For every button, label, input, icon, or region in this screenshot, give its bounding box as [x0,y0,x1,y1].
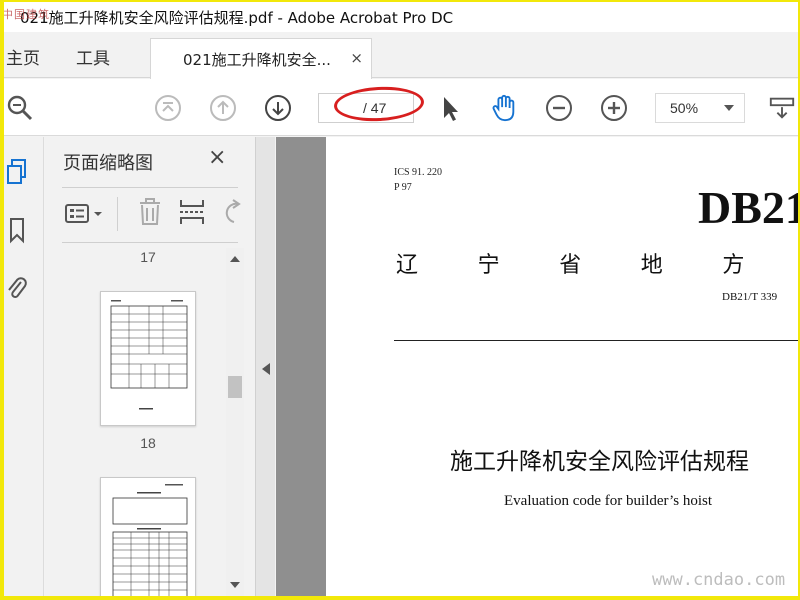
panel-splitter[interactable] [255,137,275,596]
rotate-icon[interactable] [220,198,242,230]
hand-tool-icon[interactable] [490,94,518,122]
attachment-icon[interactable] [4,273,30,303]
scroll-up-icon[interactable] [230,256,240,262]
search-icon[interactable] [6,94,34,122]
thumbnail-options-icon [65,204,102,223]
close-panel-button[interactable]: × [208,145,226,170]
document-title-en: Evaluation code for builder’s hoist [504,493,713,509]
page-thumbnail-17[interactable] [100,291,196,426]
thumbnail-scrollbar[interactable] [226,248,244,596]
extract-icon[interactable] [178,197,206,231]
standard-db-mark: DB21 [698,182,798,233]
province-heading: 辽 宁 省 地 方 标 [396,247,798,279]
close-tab-button[interactable]: × [350,49,363,67]
scroll-down-icon[interactable] [230,582,240,588]
thumbnail-panel: 页面缩略图 × 17 18 [45,137,255,596]
document-title-cn: 施工升降机安全风险评估规程 [450,449,749,475]
document-viewport[interactable]: ICS 91. 220 P 97 DB21 辽 宁 省 地 方 标 DB21/T… [276,137,798,596]
panel-divider [62,187,238,188]
trash-icon[interactable] [137,197,163,231]
main-toolbar: / 47 50% [4,79,798,136]
document-page: ICS 91. 220 P 97 DB21 辽 宁 省 地 方 标 DB21/T… [326,137,798,596]
province-char: 地 [640,253,663,278]
chevron-down-icon [724,105,734,111]
province-char: 方 [722,253,745,278]
tab-bar: 主页 工具 021施工升降机安全... × [4,32,798,79]
zoom-out-icon[interactable] [545,94,573,122]
title-bar: 中国建筑 021施工升降机安全风险评估规程.pdf - Adobe Acroba… [4,2,798,32]
scrollbar-thumb[interactable] [228,376,242,398]
page-number-label: 18 [140,435,156,451]
left-navigation-rail [4,137,44,596]
province-char: 省 [559,253,582,278]
horizontal-rule [394,340,798,341]
prev-page-icon[interactable] [209,94,237,122]
page-layout-icon[interactable] [768,94,796,122]
document-tab-label: 021施工升降机安全... [183,50,331,69]
page-number-label: 17 [140,249,156,265]
zoom-dropdown[interactable]: 50% [655,93,745,123]
acrobat-window: 中国建筑 021施工升降机安全风险评估规程.pdf - Adobe Acroba… [4,2,798,596]
province-char: 辽 [396,253,419,278]
zoom-in-icon[interactable] [600,94,628,122]
ics-code: ICS 91. 220 [394,167,443,178]
ics-block: ICS 91. 220 P 97 [394,165,442,195]
collapse-panel-icon[interactable] [262,363,270,375]
window-title: 021施工升降机安全风险评估规程.pdf - Adobe Acrobat Pro… [20,8,454,27]
tab-tools[interactable]: 工具 [76,44,110,69]
province-char: 宁 [477,253,500,278]
next-page-icon[interactable] [264,94,292,122]
tab-document[interactable]: 021施工升降机安全... × [150,38,372,79]
panel-title: 页面缩略图 [63,153,153,174]
toolbar-separator [117,197,118,231]
page-thumbnail-18[interactable] [100,477,196,596]
first-page-icon[interactable] [154,94,182,122]
p-code: P 97 [394,182,412,193]
zoom-value: 50% [670,100,699,116]
panel-divider [62,242,238,243]
select-cursor-icon[interactable] [436,94,464,122]
bookmark-icon[interactable] [4,215,30,245]
site-watermark: www.cndao.com [652,570,786,590]
pages-icon[interactable] [4,157,30,187]
tab-home[interactable]: 主页 [6,44,40,69]
standard-code: DB21/T 339 [722,291,778,303]
corner-watermark: 中国建筑 [4,8,50,21]
thumbnail-options-button[interactable] [63,200,107,228]
